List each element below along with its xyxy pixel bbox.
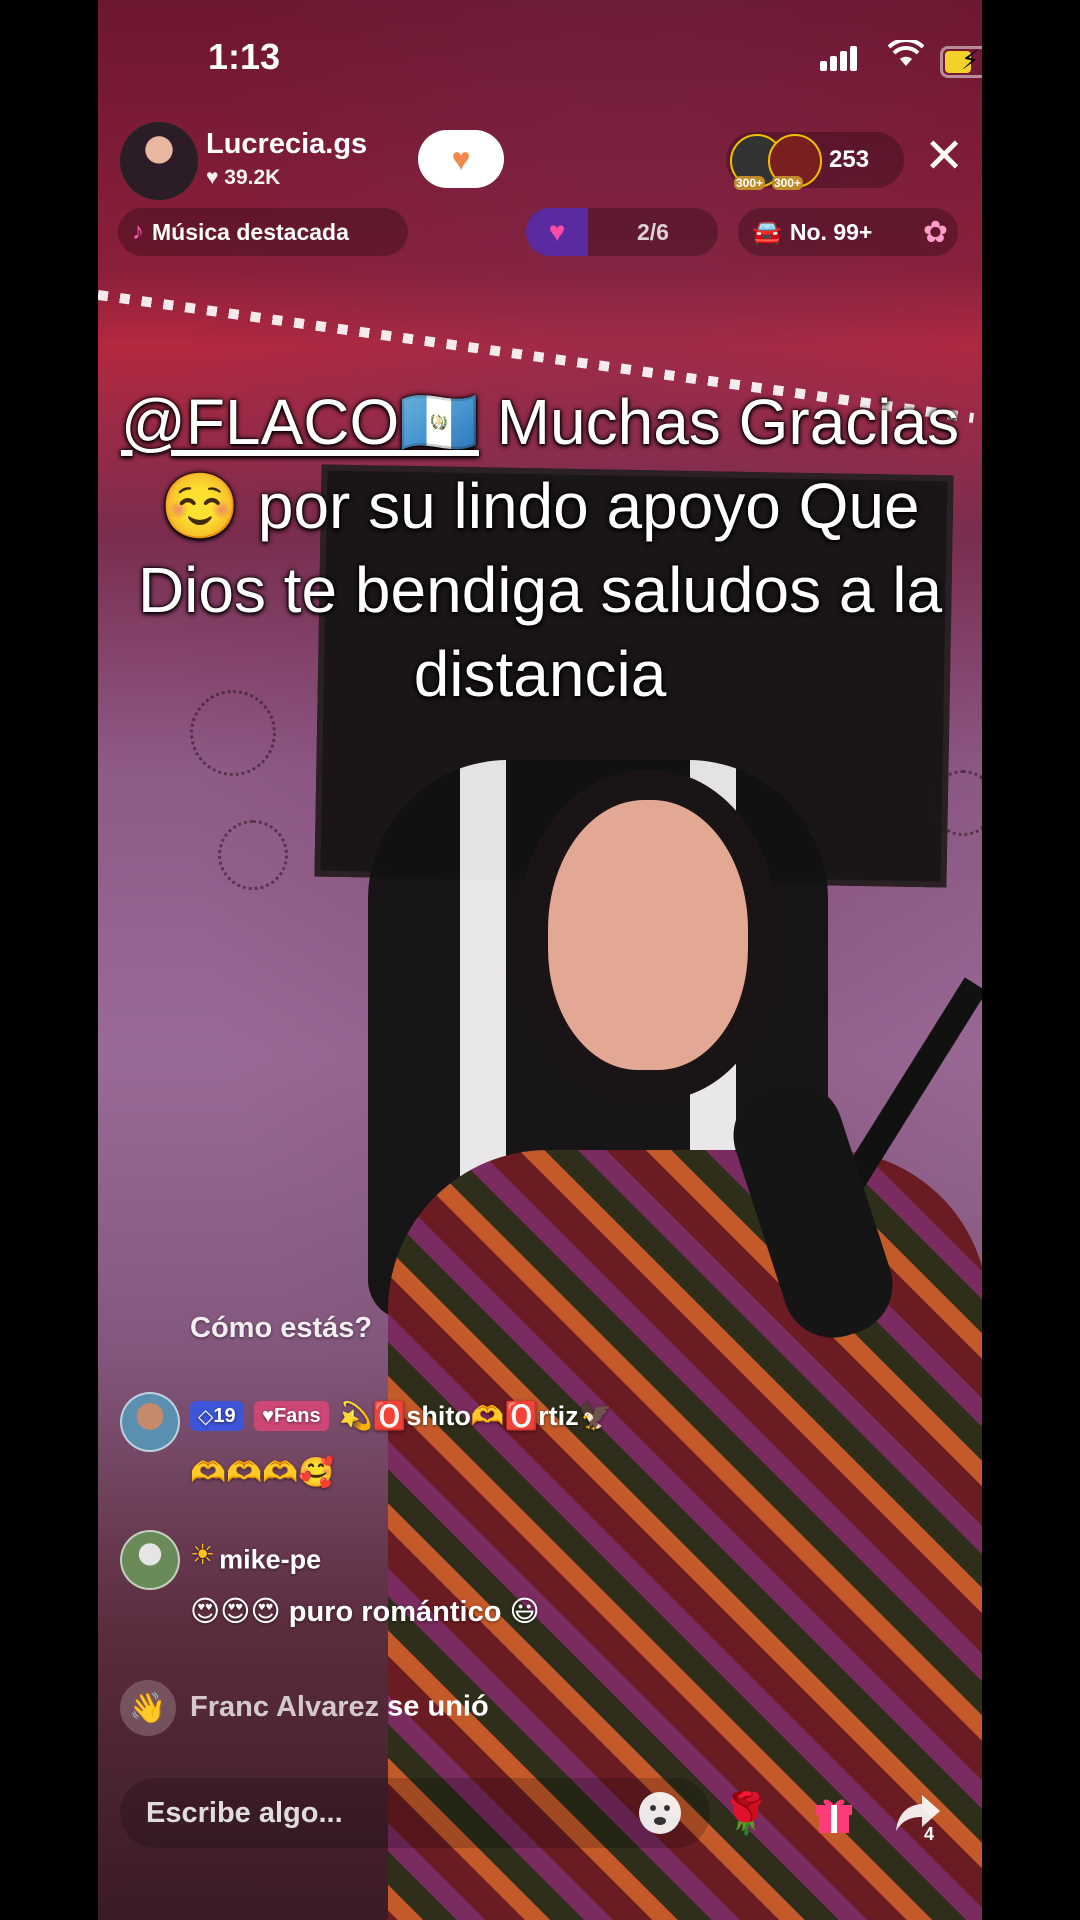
streamer-face (548, 800, 748, 1070)
battery-icon: ⚡ (940, 45, 982, 78)
wave-icon[interactable]: 👋 (120, 1680, 176, 1736)
sun-icon: ☀ (190, 1539, 216, 1570)
rose-icon[interactable]: 🌹 (718, 1785, 774, 1841)
chat-message: 😍😍😍 puro romántico 😃 (190, 1596, 540, 1628)
joined-user: Franc Alvarez (190, 1690, 380, 1723)
viewer-count: 253 (829, 146, 870, 173)
flower-icon: ✿ (922, 215, 948, 249)
chat-username[interactable]: 💫🅾️shito🫶🅾️rtiz🦅 (339, 1401, 612, 1431)
viewer-rank-badge: 300+ (772, 176, 804, 190)
chat-avatar[interactable] (120, 1530, 180, 1590)
rank-pill[interactable]: 🚘 No. 99+ ✿ (738, 208, 958, 256)
share-count: 4 (924, 1824, 935, 1844)
fans-label: Fans (273, 1404, 321, 1427)
rank-label: No. 99+ (789, 218, 873, 245)
host-likes: ♥ 39.2K (206, 166, 281, 189)
chat-user-row: ☀ mike-pe (190, 1538, 321, 1575)
viewer-rank-badge: 300+ (734, 176, 766, 190)
featured-music-pill[interactable]: ♪ Música destacada (118, 208, 408, 256)
chat-avatar[interactable] (120, 1392, 180, 1452)
signal-icon (820, 46, 860, 71)
gift-goal-pill[interactable]: ♥ 2/6 (526, 208, 718, 256)
caption-overlay: @FLACO🇬🇹 Muchas Gracias ☺️ por su lindo … (98, 380, 982, 716)
share-icon[interactable] (890, 1785, 946, 1841)
gift-goal-icon: ♥ (526, 208, 588, 256)
host-name: Lucrecia.gs (206, 128, 368, 160)
chat-message: Cómo estás? (190, 1312, 373, 1344)
caption-mention: @FLACO🇬🇹 (120, 386, 479, 458)
comment-input[interactable]: Escribe algo... (120, 1778, 710, 1848)
gift-icon[interactable] (806, 1785, 862, 1841)
level-value: 19 (213, 1404, 236, 1427)
viewer-list[interactable]: 300+ 300+ 253 (726, 132, 904, 190)
music-note-icon: ♪ (132, 218, 144, 245)
fans-badge: ♥ Fans (254, 1401, 329, 1431)
comment-placeholder: Escribe algo... (146, 1797, 343, 1829)
host-info[interactable]: Lucrecia.gs ♥ 39.2K ♥ (120, 122, 504, 200)
emoji-icon[interactable] (632, 1785, 688, 1841)
featured-music-label: Música destacada (152, 218, 349, 245)
join-notice: 👋 Franc Alvarez se unió (120, 1680, 489, 1736)
status-bar: 1:13 ⚡ (98, 0, 982, 110)
chat-message: 🫶🫶🫶🥰 (190, 1457, 335, 1489)
heart-follow-icon: ♥ (451, 140, 471, 177)
chat-username[interactable]: mike-pe (219, 1544, 321, 1574)
status-time: 1:13 (208, 36, 281, 77)
car-icon: 🚘 (752, 218, 782, 246)
wall-flower-decal (218, 820, 288, 890)
chat-user-row: ◇ 19 ♥ Fans 💫🅾️shito🫶🅾️rtiz🦅 (190, 1400, 612, 1432)
follow-button[interactable]: ♥ (418, 130, 504, 188)
level-badge: ◇ 19 (190, 1401, 244, 1431)
joined-action: se unió (379, 1690, 489, 1723)
host-avatar[interactable] (120, 122, 198, 200)
gift-goal-progress: 2/6 (637, 218, 669, 245)
viewer-avatar[interactable]: 300+ (768, 134, 822, 190)
close-icon[interactable]: ✕ (924, 130, 964, 184)
live-stream-view: 1:13 ⚡ Lucrecia.gs ♥ 39.2K ♥ 300+ 300+ 2… (98, 0, 982, 1920)
wifi-icon (887, 37, 925, 76)
